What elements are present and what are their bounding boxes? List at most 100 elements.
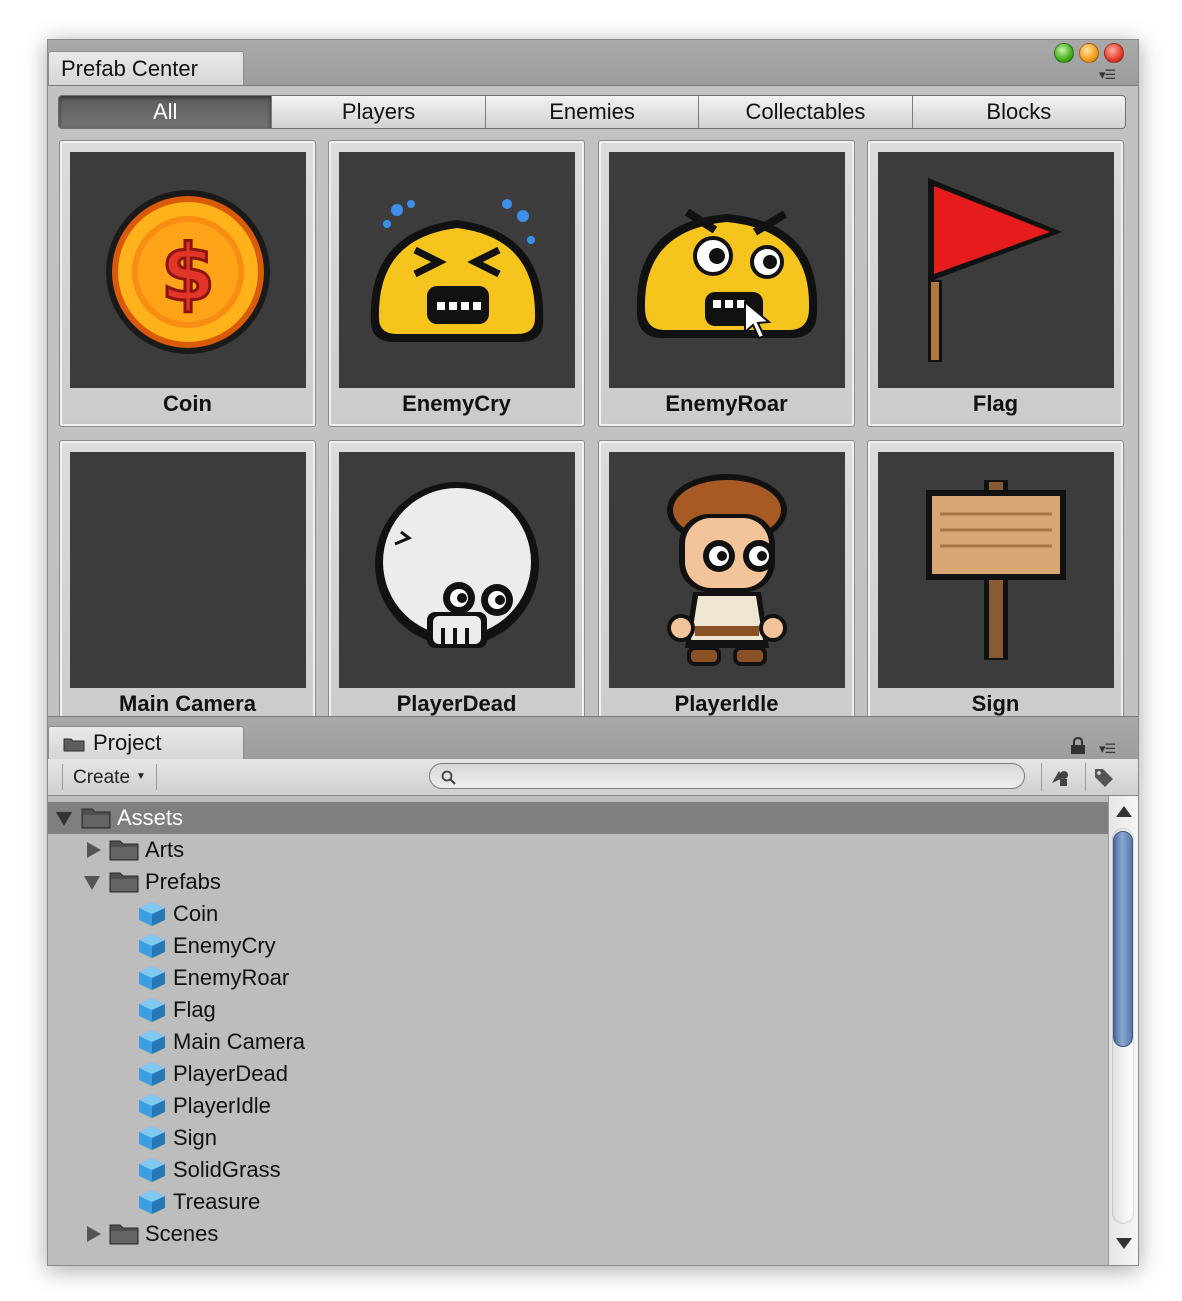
search-by-label-button[interactable] — [1085, 763, 1120, 791]
tree-row-prefab[interactable]: Treasure — [48, 1186, 1108, 1218]
tree-row-prefabs[interactable]: Prefabs — [48, 866, 1108, 898]
prefab-card-flag[interactable]: Flag — [867, 140, 1124, 427]
scroll-thumb[interactable] — [1113, 831, 1133, 1047]
prefab-grid: $ Coin EnemyCry EnemyRoar Flag Main Came… — [48, 138, 1138, 716]
prefab-cube-icon — [139, 1030, 165, 1054]
prefab-card-label: Flag — [972, 391, 1019, 416]
expand-arrow-icon[interactable] — [56, 812, 72, 826]
category-tab-collectables[interactable]: Collectables — [698, 96, 911, 128]
tree-row-label: EnemyRoar — [173, 965, 290, 990]
prefab-card-main-camera[interactable]: Main Camera — [59, 440, 316, 716]
player-idle-icon — [667, 474, 787, 666]
category-tab-blocks[interactable]: Blocks — [911, 96, 1125, 128]
prefab-thumbnail — [339, 152, 575, 388]
close-window-button[interactable] — [1104, 43, 1124, 63]
prefab-cube-icon — [139, 998, 165, 1022]
prefab-cube-icon — [139, 1094, 165, 1118]
prefab-thumbnail — [878, 452, 1114, 688]
tree-row-arts[interactable]: Arts — [48, 834, 1108, 866]
tree-row-label: SolidGrass — [173, 1157, 281, 1182]
project-tab[interactable]: Project — [48, 726, 244, 759]
expand-arrow-icon[interactable] — [87, 1226, 101, 1242]
tree-row-prefab[interactable]: PlayerDead — [48, 1058, 1108, 1090]
prefab-card-coin[interactable]: $ Coin — [59, 140, 316, 427]
prefab-card-enemyroar[interactable]: EnemyRoar — [598, 140, 855, 427]
folder-icon — [63, 738, 85, 752]
expand-arrow-icon[interactable] — [84, 876, 100, 890]
prefab-center-window: Prefab Center ▾☰ All Players Enemies Col… — [47, 39, 1139, 1266]
project-menu-icon[interactable]: ▾☰ — [1099, 741, 1116, 757]
tree-row-label: Coin — [173, 901, 219, 926]
prefab-card-label: Sign — [971, 691, 1020, 716]
tree-row-label: Main Camera — [173, 1029, 306, 1054]
prefab-thumbnail — [609, 452, 845, 688]
tree-row-label: Arts — [145, 837, 185, 862]
tree-row-label: Assets — [117, 805, 184, 830]
prefab-thumbnail — [878, 152, 1114, 388]
scroll-down-arrow-icon[interactable] — [1116, 1238, 1132, 1249]
folder-icon — [81, 808, 111, 829]
search-by-type-button[interactable] — [1041, 763, 1076, 791]
folder-icon — [109, 872, 139, 893]
prefab-card-playerdead[interactable]: PlayerDead — [328, 440, 585, 716]
project-tree: Assets Arts Prefabs Coin EnemyCry EnemyR… — [48, 796, 1108, 1265]
svg-text:$: $ — [161, 229, 215, 319]
project-scrollbar[interactable] — [1108, 796, 1138, 1265]
tree-row-prefab[interactable]: Sign — [48, 1122, 1108, 1154]
prefab-cube-icon — [139, 902, 165, 926]
tree-row-prefab[interactable]: SolidGrass — [48, 1154, 1108, 1186]
flag-icon — [928, 178, 1062, 362]
project-tabbar: Project ▾☰ — [48, 716, 1138, 760]
prefab-cube-icon — [139, 1126, 165, 1150]
tree-row-label: PlayerIdle — [173, 1093, 271, 1118]
expand-arrow-icon[interactable] — [87, 842, 101, 858]
category-tab-players[interactable]: Players — [271, 96, 484, 128]
enemy-roar-icon — [636, 208, 818, 340]
panel-menu-icon[interactable]: ▾☰ — [1099, 67, 1116, 83]
scroll-up-arrow-icon[interactable] — [1116, 806, 1132, 817]
tree-row-prefab[interactable]: EnemyRoar — [48, 962, 1108, 994]
coin-icon: $ — [106, 190, 270, 354]
tree-row-assets[interactable]: Assets — [48, 802, 1108, 834]
prefab-card-label: PlayerIdle — [674, 691, 779, 716]
prefab-card-sign[interactable]: Sign — [867, 440, 1124, 716]
category-tab-enemies[interactable]: Enemies — [484, 96, 698, 128]
prefab-center-tab[interactable]: Prefab Center — [48, 51, 244, 85]
lock-icon[interactable] — [1070, 737, 1086, 755]
prefab-card-enemycry[interactable]: EnemyCry — [328, 140, 585, 427]
tree-row-prefab[interactable]: Main Camera — [48, 1026, 1108, 1058]
category-tab-all[interactable]: All — [59, 96, 272, 128]
folder-icon — [109, 840, 139, 861]
prefab-thumbnail — [609, 152, 845, 388]
project-toolbar: Create ▼ — [48, 759, 1138, 796]
tree-row-scenes[interactable]: Scenes — [48, 1218, 1108, 1250]
tree-row-label: EnemyCry — [173, 933, 276, 958]
tree-row-label: Sign — [173, 1125, 218, 1150]
enemy-cry-icon — [370, 199, 544, 342]
search-input[interactable] — [429, 763, 1025, 789]
tag-icon — [1095, 769, 1113, 787]
tree-row-label: Treasure — [173, 1189, 261, 1214]
skull-icon — [375, 482, 539, 648]
prefab-card-label: Main Camera — [119, 691, 256, 716]
prefab-cube-icon — [139, 934, 165, 958]
search-icon — [441, 770, 456, 785]
tree-row-prefab[interactable]: Coin — [48, 898, 1108, 930]
prefab-card-playeridle[interactable]: PlayerIdle — [598, 440, 855, 716]
tree-row-prefab[interactable]: EnemyCry — [48, 930, 1108, 962]
zoom-window-button[interactable] — [1054, 43, 1074, 63]
folder-icon — [109, 1224, 139, 1245]
prefab-card-label: Coin — [163, 391, 212, 416]
tree-row-label: Flag — [173, 997, 216, 1022]
prefab-thumbnail — [339, 452, 575, 688]
tree-row-prefab[interactable]: PlayerIdle — [48, 1090, 1108, 1122]
minimize-window-button[interactable] — [1079, 43, 1099, 63]
prefab-card-label: EnemyCry — [402, 391, 511, 416]
tree-row-label: Scenes — [145, 1221, 219, 1246]
create-dropdown-button[interactable]: Create ▼ — [62, 764, 157, 790]
prefab-cube-icon — [139, 1158, 165, 1182]
prefab-thumbnail: $ — [70, 152, 306, 388]
tree-row-prefab[interactable]: Flag — [48, 994, 1108, 1026]
category-toolbar: All Players Enemies Collectables Blocks — [58, 95, 1126, 129]
prefab-cube-icon — [139, 966, 165, 990]
